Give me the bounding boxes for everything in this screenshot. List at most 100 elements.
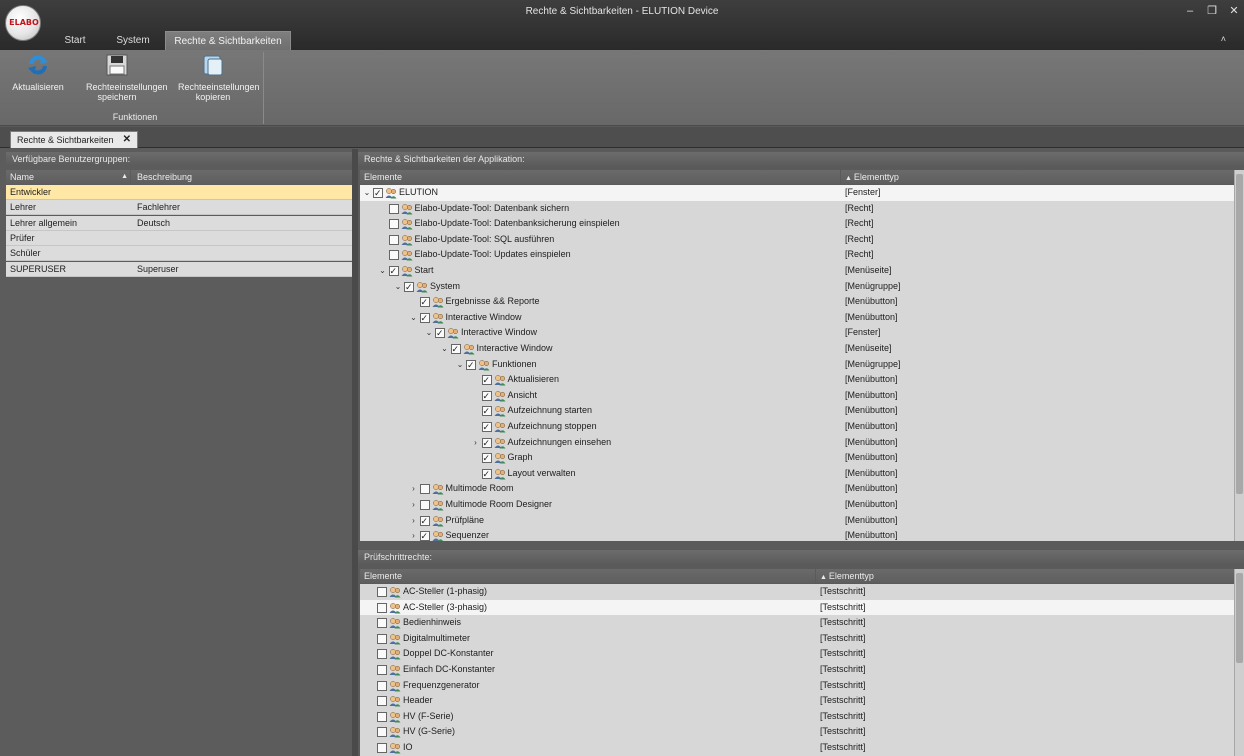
tree-row[interactable]: Aufzeichnung stoppen [Menübutton] xyxy=(360,419,1234,436)
permission-checkbox[interactable] xyxy=(388,219,399,230)
rights-scrollbar-thumb[interactable] xyxy=(1236,174,1243,494)
tree-row[interactable]: Elabo-Update-Tool: SQL ausführen [Recht] xyxy=(360,232,1234,248)
tree-row[interactable]: ⌄ Interactive Window [Menüseite] xyxy=(360,341,1234,358)
close-icon[interactable]: ✕ xyxy=(123,132,131,148)
step-checkbox[interactable] xyxy=(377,633,387,644)
tab-start[interactable]: Start xyxy=(57,31,93,50)
tab-rechte-sichtbarkeiten[interactable]: Rechte & Sichtbarkeiten xyxy=(165,31,291,50)
group-row[interactable]: Lehrer allgemein Deutsch xyxy=(6,215,352,231)
permission-checkbox[interactable] xyxy=(388,250,399,261)
step-row[interactable]: Digitalmultimeter [Testschritt] xyxy=(360,631,1234,647)
step-row[interactable]: AC-Steller (1-phasig) [Testschritt] xyxy=(360,584,1234,600)
permission-checkbox[interactable] xyxy=(435,326,445,342)
step-checkbox[interactable] xyxy=(377,696,387,707)
copy-rights-button[interactable]: Rechteeinstellungen kopieren xyxy=(166,54,260,102)
column-header-elements[interactable]: Elemente xyxy=(360,170,840,184)
step-row[interactable]: IO [Testschritt] xyxy=(360,740,1234,756)
save-rights-button[interactable]: Rechteeinstellungen speichern xyxy=(72,54,168,102)
step-row[interactable]: HV (F-Serie) [Testschritt] xyxy=(360,709,1234,725)
step-checkbox[interactable] xyxy=(377,727,387,738)
chevron-down-icon[interactable]: ⌄ xyxy=(440,341,450,357)
rights-scrollbar[interactable] xyxy=(1234,170,1244,541)
permission-checkbox[interactable] xyxy=(481,436,492,451)
chevron-down-icon[interactable]: ⌄ xyxy=(424,325,434,341)
chevron-down-icon[interactable]: ⌄ xyxy=(362,185,372,201)
tree-row[interactable]: › Aufzeichnungen einsehen [Menübutton] xyxy=(360,435,1234,452)
tab-system[interactable]: System xyxy=(109,31,157,50)
refresh-button[interactable]: Aktualisieren xyxy=(6,54,70,92)
step-checkbox[interactable] xyxy=(377,665,387,675)
step-checkbox[interactable] xyxy=(377,649,387,660)
tree-row[interactable]: Ansicht [Menübutton] xyxy=(360,388,1234,404)
permission-checkbox[interactable] xyxy=(404,280,414,295)
step-checkbox[interactable] xyxy=(377,711,387,722)
tree-row[interactable]: ⌄ ELUTION [Fenster] xyxy=(360,185,1234,202)
chevron-down-icon[interactable]: ⌄ xyxy=(409,310,419,326)
tree-row[interactable]: Aufzeichnung starten [Menübutton] xyxy=(360,403,1234,420)
step-row[interactable]: AC-Steller (3-phasig) [Testschritt] xyxy=(360,599,1234,616)
steps-scrollbar-thumb[interactable] xyxy=(1236,573,1243,663)
chevron-right-icon[interactable]: › xyxy=(471,435,481,451)
permission-checkbox[interactable] xyxy=(419,484,430,495)
step-row[interactable]: HV (G-Serie) [Testschritt] xyxy=(360,724,1234,740)
step-checkbox[interactable] xyxy=(377,602,387,613)
tree-row[interactable]: Aktualisieren [Menübutton] xyxy=(360,372,1234,389)
tree-row[interactable]: ⌄ Interactive Window [Menübutton] xyxy=(360,310,1234,327)
chevron-down-icon[interactable]: ⌄ xyxy=(378,263,388,279)
document-tab[interactable]: Rechte & Sichtbarkeiten ✕ xyxy=(10,131,138,148)
group-row[interactable]: Lehrer Fachlehrer xyxy=(6,200,352,216)
permission-checkbox[interactable] xyxy=(481,420,492,436)
permission-checkbox[interactable] xyxy=(481,373,492,389)
tree-row[interactable]: ⌄ Start [Menüseite] xyxy=(360,263,1234,280)
group-row[interactable]: Entwickler xyxy=(6,185,352,200)
column-header-name[interactable]: Name ▲ xyxy=(6,170,130,184)
permission-checkbox[interactable] xyxy=(466,358,476,373)
tree-row[interactable]: Ergebnisse && Reporte [Menübutton] xyxy=(360,294,1234,311)
permission-checkbox[interactable] xyxy=(481,389,492,404)
group-row[interactable]: SUPERUSER Superuser xyxy=(6,261,352,277)
permission-checkbox[interactable] xyxy=(373,186,383,202)
step-row[interactable]: Bedienhinweis [Testschritt] xyxy=(360,615,1234,631)
chevron-right-icon[interactable]: › xyxy=(409,497,419,513)
restore-button[interactable]: ❐ xyxy=(1204,3,1220,19)
ribbon-collapse-icon[interactable]: ˄ xyxy=(1221,34,1226,44)
step-row[interactable]: Frequenzgenerator [Testschritt] xyxy=(360,678,1234,694)
tree-row[interactable]: Elabo-Update-Tool: Updates einspielen [Re… xyxy=(360,247,1234,263)
step-row[interactable]: Doppel DC-Konstanter [Testschritt] xyxy=(360,646,1234,662)
minimize-button[interactable]: – xyxy=(1182,3,1198,19)
tree-row[interactable]: ⌄ Funktionen [Menügruppe] xyxy=(360,357,1234,374)
tree-row[interactable]: Elabo-Update-Tool: Datenbank sichern [Rec… xyxy=(360,201,1234,217)
column-header-steps-elements[interactable]: Elemente xyxy=(360,569,815,583)
step-checkbox[interactable] xyxy=(377,618,387,629)
group-row[interactable]: Schüler xyxy=(6,246,352,262)
step-checkbox[interactable] xyxy=(377,587,387,597)
permission-checkbox[interactable] xyxy=(450,342,461,358)
chevron-right-icon[interactable]: › xyxy=(409,481,419,497)
permission-checkbox[interactable] xyxy=(419,295,430,311)
tree-row[interactable]: Layout verwalten [Menübutton] xyxy=(360,466,1234,482)
permission-checkbox[interactable] xyxy=(419,311,430,326)
column-header-steps-elementtype[interactable]: ▲ Elementtyp xyxy=(816,569,1234,583)
tree-row[interactable]: › Multimode Room Designer [Menübutton] xyxy=(360,497,1234,513)
tree-row[interactable]: › Prüfpläne [Menübutton] xyxy=(360,513,1234,530)
permission-checkbox[interactable] xyxy=(388,203,399,214)
tree-row[interactable]: Graph [Menübutton] xyxy=(360,450,1234,467)
tree-row[interactable]: ⌄ System [Menügruppe] xyxy=(360,279,1234,296)
column-header-description[interactable]: Beschreibung xyxy=(131,170,352,184)
permission-checkbox[interactable] xyxy=(419,514,430,529)
group-row[interactable]: Prüfer xyxy=(6,230,352,246)
permission-checkbox[interactable] xyxy=(419,529,430,541)
column-header-elementtype[interactable]: ▲ Elementtyp xyxy=(841,170,1234,184)
chevron-right-icon[interactable]: › xyxy=(409,513,419,529)
step-checkbox[interactable] xyxy=(377,680,387,691)
chevron-down-icon[interactable]: ⌄ xyxy=(455,357,465,373)
tree-row[interactable]: › Multimode Room [Menübutton] xyxy=(360,481,1234,497)
step-row[interactable]: Einfach DC-Konstanter [Testschritt] xyxy=(360,662,1234,678)
permission-checkbox[interactable] xyxy=(481,467,492,482)
tree-row[interactable]: › Sequenzer [Menübutton] xyxy=(360,528,1234,541)
steps-scrollbar[interactable] xyxy=(1234,569,1244,756)
permission-checkbox[interactable] xyxy=(419,500,430,510)
step-checkbox[interactable] xyxy=(377,743,387,753)
tree-row[interactable]: ⌄ Interactive Window [Fenster] xyxy=(360,325,1234,342)
tree-row[interactable]: Elabo-Update-Tool: Datenbanksicherung ei… xyxy=(360,216,1234,232)
